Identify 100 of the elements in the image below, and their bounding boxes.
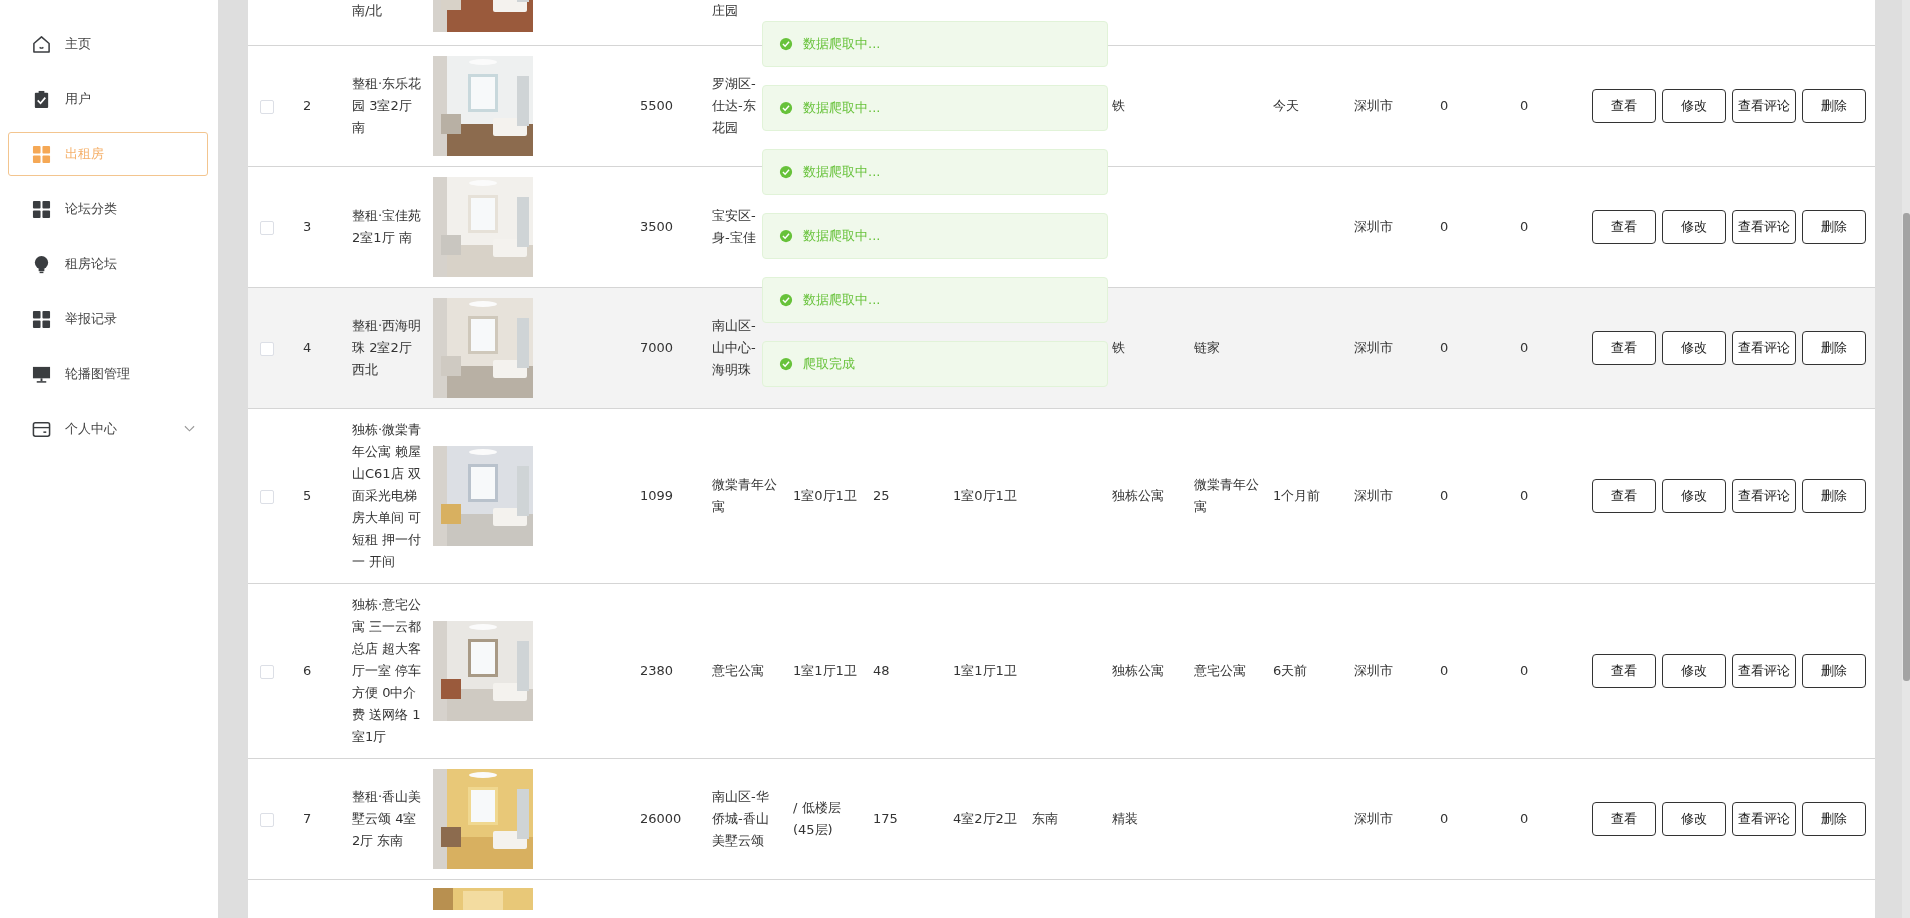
grid-icon <box>32 199 51 219</box>
table-cell: 微棠青年公寓 <box>712 477 777 514</box>
action-button[interactable]: 删除 <box>1802 802 1866 836</box>
toast-text: 爬取完成 <box>803 355 855 373</box>
table-cell: 0 <box>1440 663 1449 678</box>
check-circle-icon <box>779 165 793 179</box>
action-button[interactable]: 查看 <box>1592 479 1656 513</box>
action-button[interactable]: 修改 <box>1662 802 1726 836</box>
table-cell: 7 <box>303 811 312 826</box>
checkbox[interactable] <box>260 341 274 356</box>
action-button[interactable]: 查看评论 <box>1732 654 1796 688</box>
checkbox[interactable] <box>260 99 274 114</box>
table-cell: 深圳市 <box>1354 488 1393 503</box>
menu-item[interactable]: 用户 <box>8 77 208 121</box>
action-button[interactable]: 删除 <box>1802 210 1866 244</box>
wallet-icon <box>32 419 51 439</box>
table-cell: 26000 <box>640 811 682 826</box>
table-cell: 独栋公寓 <box>1112 488 1164 503</box>
scrollbar[interactable] <box>1902 0 1910 918</box>
action-button[interactable]: 查看 <box>1592 89 1656 123</box>
table-cell: 深圳市 <box>1354 219 1393 234</box>
action-button[interactable]: 修改 <box>1662 331 1726 365</box>
table-cell: 整租·宝佳苑 2室1厅 南 <box>352 208 422 245</box>
action-button[interactable]: 查看评论 <box>1732 210 1796 244</box>
table-cell: 5500 <box>640 98 674 113</box>
action-button[interactable]: 查看 <box>1592 210 1656 244</box>
menu-item[interactable]: 论坛分类 <box>8 187 208 231</box>
action-button[interactable]: 删除 <box>1802 654 1866 688</box>
action-button[interactable]: 删除 <box>1802 479 1866 513</box>
table-cell: 3500 <box>640 219 674 234</box>
table-cell: 意宅公寓 <box>1194 663 1246 678</box>
table-cell: 0 <box>1440 488 1449 503</box>
grid-icon <box>32 144 51 164</box>
check-circle-icon <box>779 229 793 243</box>
table-cell: 0 <box>1520 488 1529 503</box>
action-button[interactable]: 修改 <box>1662 654 1726 688</box>
action-button[interactable]: 查看 <box>1592 654 1656 688</box>
table-cell: 铁 <box>1112 98 1125 113</box>
table-cell-text: 仕达-东 <box>712 97 756 115</box>
action-button[interactable]: 修改 <box>1662 210 1726 244</box>
table-cell: 4 <box>303 340 312 355</box>
house-icon <box>32 34 51 54</box>
check-circle-icon <box>779 101 793 115</box>
table-cell: 1室1厅1卫 <box>793 663 857 678</box>
checkbox[interactable] <box>260 489 274 504</box>
menu-item[interactable]: 租房论坛 <box>8 242 208 286</box>
table-cell: 0 <box>1440 811 1449 826</box>
action-button[interactable]: 修改 <box>1662 89 1726 123</box>
table-cell: 0 <box>1520 340 1529 355</box>
table-cell: 48 <box>873 663 890 678</box>
table-cell: 1个月前 <box>1273 488 1321 503</box>
table-cell: 6天前 <box>1273 663 1308 678</box>
table-cell: 深圳市 <box>1354 340 1393 355</box>
table-cell: 2 <box>303 98 312 113</box>
table-cell-text: 罗湖区- <box>712 75 756 93</box>
action-button[interactable]: 查看评论 <box>1732 331 1796 365</box>
table-cell: 南/北 <box>352 3 383 18</box>
action-button[interactable]: 删除 <box>1802 331 1866 365</box>
action-button[interactable]: 修改 <box>1662 479 1726 513</box>
table-cell: 深圳市 <box>1354 663 1393 678</box>
table-cell: 0 <box>1520 219 1529 234</box>
action-button[interactable]: 查看评论 <box>1732 89 1796 123</box>
action-button[interactable]: 查看评论 <box>1732 479 1796 513</box>
table-cell: 独栋·微棠青年公寓 赖屋山C61店 双面采光电梯房大单间 可短租 押一付一 开间 <box>352 422 422 569</box>
table-cell: 2380 <box>640 663 674 678</box>
table-cell-text: 宝安区- <box>712 207 756 225</box>
table-cell: 1室0厅1卫 <box>793 488 857 503</box>
table-cell-text: 身-宝佳 <box>712 229 756 247</box>
action-button[interactable]: 查看 <box>1592 331 1656 365</box>
action-button[interactable]: 删除 <box>1802 89 1866 123</box>
toast-text: 数据爬取中... <box>803 35 881 53</box>
table-cell: 0 <box>1440 219 1449 234</box>
checkbox[interactable] <box>260 812 274 827</box>
lightbulb-icon <box>32 254 51 274</box>
table-cell: 4室2厅2卫 <box>953 811 1017 826</box>
checkbox[interactable] <box>260 220 274 235</box>
table-cell: 链家 <box>1194 340 1220 355</box>
table-cell: 0 <box>1520 663 1529 678</box>
action-button[interactable]: 查看评论 <box>1732 802 1796 836</box>
table-cell: 今天 <box>1273 98 1299 113</box>
table-cell: 深圳市 <box>1354 98 1393 113</box>
table-cell: 7000 <box>640 340 674 355</box>
clipboard-check-icon <box>32 89 51 109</box>
table-cell-text: 花园 <box>712 119 738 137</box>
action-button[interactable]: 查看 <box>1592 802 1656 836</box>
menu-item[interactable]: 轮播图管理 <box>8 352 208 396</box>
chevron-down-icon[interactable] <box>184 425 195 433</box>
table-cell: / 低楼层 (45层) <box>793 800 841 837</box>
menu-item[interactable]: 个人中心 <box>8 407 208 451</box>
table-cell: 整租·香山美墅云颂 4室2厅 东南 <box>352 789 422 848</box>
menu-item[interactable]: 主页 <box>8 22 208 66</box>
table-cell: 铁 <box>1112 340 1125 355</box>
table-cell: 庄园 <box>712 3 738 18</box>
toast-text: 数据爬取中... <box>803 163 881 181</box>
table-cell: 整租·东乐花园 3室2厅南 <box>352 76 422 135</box>
menu-item[interactable]: 举报记录 <box>8 297 208 341</box>
grid-icon <box>32 309 51 329</box>
table-cell: 独栋·意宅公寓 三一云都总店 超大客厅一室 停车方便 0中介费 送网络 1室1厅 <box>352 597 422 744</box>
table-cell: 1099 <box>640 488 674 503</box>
checkbox[interactable] <box>260 664 274 679</box>
